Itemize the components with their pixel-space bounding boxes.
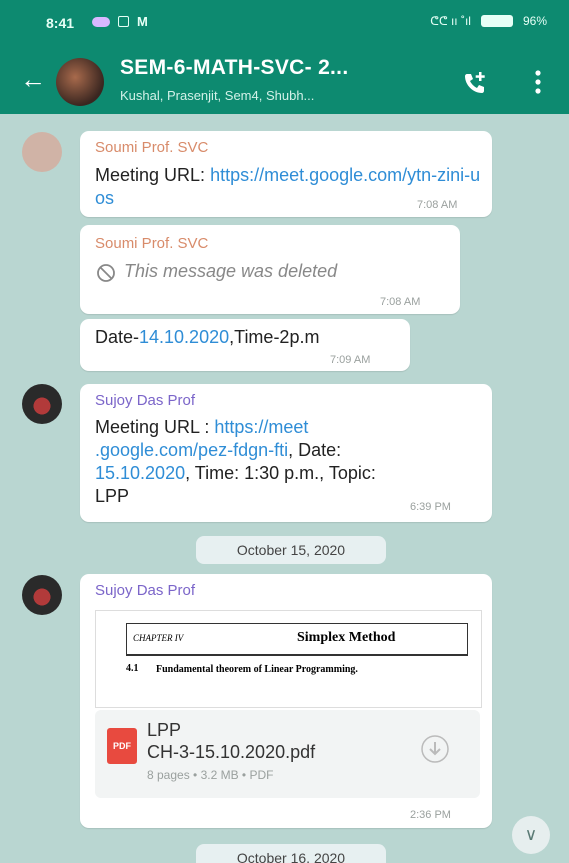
- chat-header: ← SEM-6-MATH-SVC- 2... Kushal, Prasenjit…: [0, 48, 569, 114]
- message-time: 7:09 AM: [330, 354, 371, 366]
- download-icon[interactable]: [420, 734, 450, 764]
- chat-title[interactable]: SEM-6-MATH-SVC- 2...: [120, 56, 348, 80]
- pdf-preview-header: CHAPTER IV Simplex Method: [126, 623, 468, 656]
- double-chevron-down-icon: ∨: [524, 825, 538, 844]
- pdf-name-line2: CH-3-15.10.2020.pdf: [147, 742, 316, 762]
- scroll-down-button[interactable]: ∨: [512, 816, 550, 854]
- message-suffix: ,Time-2p.m: [229, 327, 320, 347]
- group-avatar[interactable]: [56, 58, 104, 106]
- signal-icon: ᕦᕦ ıı ˚ıl: [430, 14, 471, 28]
- status-bar: 8:41 M ᕦᕦ ıı ˚ıl 96%: [0, 0, 569, 48]
- message-text: Date-14.10.2020,Time-2p.m: [95, 326, 319, 349]
- message-time: 6:39 PM: [410, 501, 451, 513]
- message-text: Meeting URL : https://meet .google.com/p…: [95, 416, 485, 508]
- deleted-message-text: This message was deleted: [124, 261, 338, 281]
- sender-name[interactable]: Soumi Prof. SVC: [95, 235, 208, 252]
- add-call-icon[interactable]: [462, 70, 488, 96]
- message-prefix: Meeting URL:: [95, 165, 211, 185]
- message-bubble[interactable]: Date-14.10.2020,Time-2p.m 7:09 AM: [80, 319, 410, 371]
- sender-name[interactable]: Sujoy Das Prof: [95, 392, 195, 409]
- sender-avatar[interactable]: [22, 132, 62, 172]
- pdf-meta: 8 pages • 3.2 MB • PDF: [147, 768, 274, 782]
- back-arrow-icon[interactable]: ←: [20, 64, 46, 95]
- message-prefix: Date-: [95, 327, 140, 347]
- notification-pill-icon: [92, 16, 110, 27]
- message-suffix: , Time: 1:30 p.m., Topic:: [185, 463, 376, 483]
- message-time: 7:08 AM: [417, 199, 458, 211]
- date-link[interactable]: 14.10.2020: [139, 327, 229, 347]
- pdf-title: Simplex Method: [297, 630, 396, 645]
- message-line: 15.10.2020, Time: 1:30 p.m., Topic:: [95, 462, 485, 485]
- gallery-icon: [118, 16, 129, 27]
- more-options-icon[interactable]: [535, 68, 541, 96]
- chat-area[interactable]: Soumi Prof. SVC Meeting URL: https://mee…: [0, 114, 569, 863]
- date-chip: October 15, 2020: [196, 536, 386, 564]
- gmail-icon: M: [137, 14, 148, 29]
- message-time: 2:36 PM: [410, 809, 451, 821]
- sender-name[interactable]: Sujoy Das Prof: [95, 582, 195, 599]
- sender-avatar[interactable]: [22, 384, 62, 424]
- pdf-name-line1: LPP: [147, 720, 182, 740]
- pdf-file-icon: PDF: [107, 728, 137, 764]
- message-line: .google.com/pez-fdgn-fti, Date:: [95, 439, 485, 462]
- status-time: 8:41: [46, 15, 75, 31]
- status-notification-icons: M: [92, 14, 148, 29]
- pdf-chapter: CHAPTER IV: [133, 633, 184, 643]
- message-line: Meeting URL : https://meet: [95, 416, 485, 439]
- battery-icon: [480, 15, 513, 27]
- sender-name[interactable]: Soumi Prof. SVC: [95, 139, 208, 156]
- meeting-link-cont[interactable]: .google.com/pez-fdgn-fti: [95, 440, 288, 460]
- pdf-badge: PDF: [113, 741, 131, 751]
- pdf-section-number: 4.1: [126, 663, 139, 674]
- message-bubble[interactable]: Sujoy Das Prof CHAPTER IV Simplex Method…: [80, 574, 492, 828]
- date-chip: October 16, 2020: [196, 844, 386, 863]
- pdf-attachment[interactable]: PDF LPP CH-3-15.10.2020.pdf 8 pages • 3.…: [95, 710, 480, 798]
- meeting-link[interactable]: https://meet: [214, 417, 308, 437]
- message-prefix: Meeting URL :: [95, 417, 215, 437]
- message-bubble[interactable]: Soumi Prof. SVC This message was deleted…: [80, 225, 460, 314]
- chat-participants[interactable]: Kushal, Prasenjit, Sem4, Shubh...: [120, 88, 314, 103]
- sender-avatar[interactable]: [22, 575, 62, 615]
- message-suffix: , Date:: [288, 440, 342, 460]
- status-right-icons: ᕦᕦ ıı ˚ıl 96%: [430, 14, 547, 28]
- date-link[interactable]: 15.10.2020: [95, 463, 185, 483]
- pdf-preview[interactable]: CHAPTER IV Simplex Method 4.1 Fundamenta…: [95, 610, 482, 708]
- pdf-section-text: Fundamental theorem of Linear Programmin…: [156, 664, 358, 675]
- message-time: 7:08 AM: [380, 296, 421, 308]
- deleted-icon: [97, 264, 115, 282]
- message-bubble[interactable]: Sujoy Das Prof Meeting URL : https://mee…: [80, 384, 492, 522]
- battery-percent: 96%: [522, 14, 547, 28]
- message-bubble[interactable]: Soumi Prof. SVC Meeting URL: https://mee…: [80, 131, 492, 217]
